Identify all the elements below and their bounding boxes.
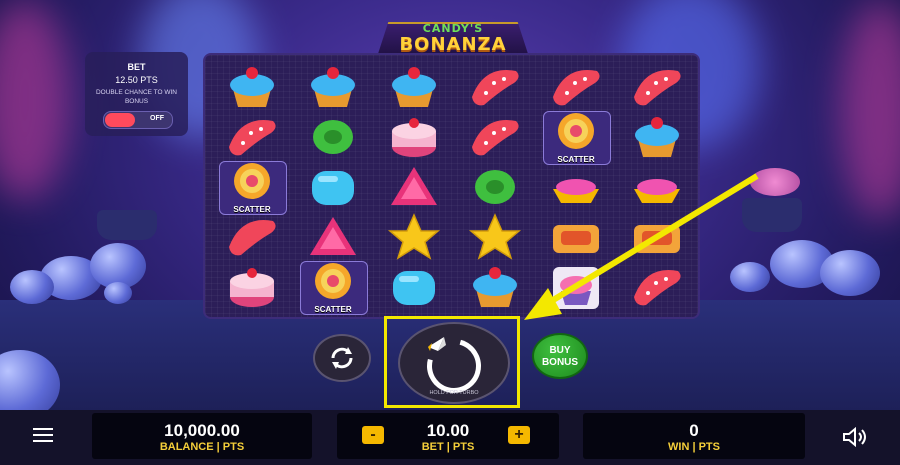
reel-symbol-pink-bowl [535, 161, 617, 213]
blue-candy-icon [393, 271, 435, 305]
pie-icon [634, 225, 680, 253]
reel-symbol-jelly [535, 61, 617, 113]
stage-light [0, 0, 70, 200]
flower-bouquet [750, 168, 800, 196]
double-chance-toggle[interactable]: OFF [103, 111, 173, 129]
reel-symbol-blue-candy [292, 161, 374, 213]
green-candy-icon [313, 120, 353, 154]
candy-red-icon [229, 220, 276, 256]
blue-candy-icon [312, 171, 354, 205]
reel-symbol-jelly [454, 111, 536, 163]
star-icon [468, 213, 522, 260]
cake-icon [230, 268, 274, 307]
balance-label: BALANCE | PTS [159, 441, 245, 453]
reel-symbol-pink-cupcake [535, 261, 617, 313]
decor-bubble [820, 250, 880, 296]
reel-grid: SCATTER SCATTER SCATTER [203, 53, 700, 319]
reel-symbol-scatter: SCATTER [535, 111, 617, 165]
bet-decrease-button[interactable]: - [362, 426, 384, 444]
bet-panel-title: BET [127, 62, 146, 72]
reel-symbol-green-candy [454, 161, 536, 213]
jelly-icon [472, 70, 519, 106]
win-label: WIN | PTS [668, 441, 720, 453]
scatter-label: SCATTER [314, 305, 352, 314]
jelly-icon [634, 70, 681, 106]
reel-symbol-jelly [616, 61, 698, 113]
bet-panel: BET 12.50 PTS DOUBLE CHANCE TO WIN BONUS… [85, 52, 188, 136]
cupcake-icon [635, 117, 679, 157]
pie-icon [553, 225, 599, 253]
reel-symbol-scatter: SCATTER [211, 161, 293, 215]
reel-symbol-candy-red [211, 211, 293, 263]
autoplay-button[interactable] [313, 334, 371, 382]
cupcake-icon [392, 67, 436, 107]
bet-panel-amount: 12.50 PTS [115, 75, 158, 85]
spin-highlight-box [384, 316, 520, 408]
reel-symbol-cake [373, 111, 455, 163]
reel-symbol-jelly [616, 261, 698, 313]
balance-panel: 10,000.00 BALANCE | PTS [92, 413, 312, 459]
sound-icon[interactable] [842, 427, 870, 447]
lollipop-icon [234, 163, 270, 199]
decor-bubble [730, 262, 770, 292]
green-candy-icon [475, 170, 515, 204]
win-value: 0 [689, 421, 699, 440]
balance-value: 10,000.00 [164, 421, 240, 440]
decor-bubble [104, 282, 132, 304]
menu-icon[interactable] [33, 428, 53, 444]
reel-symbol-cupcake [292, 61, 374, 113]
buy-bonus-line2: BONUS [541, 357, 579, 368]
pink-bowl-icon [553, 179, 599, 203]
reel-symbol-cupcake [616, 111, 698, 163]
reel-symbol-triangle [292, 211, 374, 263]
jelly-icon [553, 70, 600, 106]
win-panel: 0 WIN | PTS [583, 413, 805, 459]
cupcake-icon [311, 67, 355, 107]
buy-bonus-button[interactable]: BUY BONUS [532, 333, 588, 379]
reel-symbol-cake [211, 261, 293, 313]
reel-symbol-blue-candy [373, 261, 455, 313]
reel-symbol-green-candy [292, 111, 374, 163]
autoplay-icon [331, 347, 353, 369]
reel-symbol-cupcake [454, 261, 536, 313]
lollipop-icon [315, 263, 351, 299]
triangle-icon [310, 217, 356, 255]
jelly-icon [634, 270, 681, 306]
cupcake-icon [230, 67, 274, 107]
pink-cupcake-icon [553, 267, 599, 309]
plant-pot [97, 210, 157, 240]
reel-symbol-pink-bowl [616, 161, 698, 213]
stage-light [840, 0, 900, 220]
jelly-icon [472, 120, 519, 156]
reel-symbol-star [454, 211, 536, 263]
reel-symbol-star [373, 211, 455, 263]
reel-symbol-jelly [211, 111, 293, 163]
decor-bubble [10, 270, 54, 304]
cake-icon [392, 118, 436, 157]
reel-symbol-cupcake [373, 61, 455, 113]
toggle-label: OFF [150, 115, 164, 122]
triangle-icon [391, 167, 437, 205]
cupcake-icon [473, 267, 517, 307]
jelly-icon [229, 120, 276, 156]
logo-line2: BONANZA [399, 34, 507, 55]
bet-panel-description: DOUBLE CHANCE TO WIN BONUS [95, 89, 178, 105]
reel-symbol-jelly [454, 61, 536, 113]
buy-bonus-line1: BUY [549, 345, 571, 356]
toggle-knob [105, 113, 135, 127]
pink-bowl-icon [634, 179, 680, 203]
lollipop-icon [558, 113, 594, 149]
star-icon [387, 213, 441, 260]
reel-symbol-cupcake [211, 61, 293, 113]
reel-symbol-pie [616, 211, 698, 263]
reel-symbol-scatter: SCATTER [292, 261, 374, 315]
plant-pot [742, 198, 802, 232]
reel-symbol-triangle [373, 161, 455, 213]
reel-symbol-pie [535, 211, 617, 263]
bet-increase-button[interactable]: + [508, 426, 530, 444]
